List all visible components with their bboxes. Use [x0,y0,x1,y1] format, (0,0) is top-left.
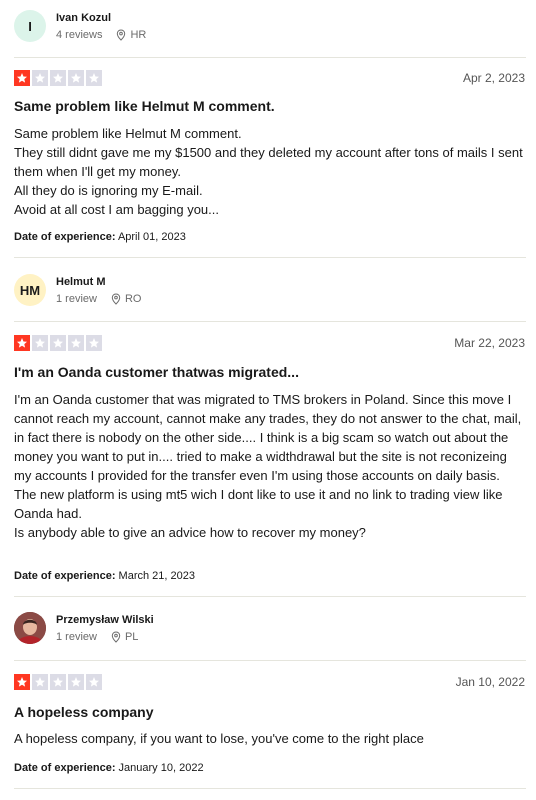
reviewer-name[interactable]: Ivan Kozul [56,12,111,24]
avatar[interactable]: HM [14,274,46,306]
star-icon-empty [86,335,102,351]
star-icon-filled [14,674,30,690]
review-body: I'm an Oanda customer that was migrated … [14,392,522,540]
star-icon-empty [32,674,48,690]
star-icon-filled [14,70,30,86]
reviewer-country: RO [124,293,142,305]
experience-date: April 01, 2023 [117,231,186,243]
reviewer-meta: 1 review PL [56,631,138,643]
avatar-photo-icon [14,612,46,644]
star-icon-empty [50,70,66,86]
divider [14,788,526,789]
reviewer-name[interactable]: Przemysław Wilski [56,614,154,626]
experience-date: March 21, 2023 [118,570,195,582]
review-body: A hopeless company, if you want to lose,… [14,731,424,746]
divider [14,57,526,58]
star-rating [14,674,102,690]
divider [14,321,526,322]
location-pin-icon [117,29,126,41]
date-of-experience: Date of experience: January 10, 2022 [14,762,204,774]
experience-date: January 10, 2022 [118,762,204,774]
star-icon-empty [86,674,102,690]
review-count: 1 review [56,631,97,643]
reviewer-country: HR [130,29,147,41]
review-title[interactable]: Same problem like Helmut M comment. [14,98,275,114]
star-rating [14,70,102,86]
reviewer-meta: 1 review RO [56,293,141,305]
star-icon-filled [14,335,30,351]
review-date: Apr 2, 2023 [462,71,525,85]
experience-label: Date of experience: [14,762,116,774]
avatar[interactable]: I [14,10,46,42]
star-icon-empty [50,674,66,690]
experience-label: Date of experience: [14,231,116,243]
star-icon-empty [68,674,84,690]
review-date: Mar 22, 2023 [454,336,525,350]
star-icon-empty [50,335,66,351]
star-icon-empty [32,335,48,351]
avatar[interactable] [14,612,46,644]
divider [14,660,526,661]
review-date: Jan 10, 2022 [455,675,525,689]
review-body: Same problem like Helmut M comment. They… [14,126,523,217]
location-pin-icon [111,293,121,305]
divider [14,257,526,258]
location-pin-icon [111,631,121,643]
reviewer-country: PL [124,631,139,643]
review-count: 1 review [56,293,97,305]
star-icon-empty [68,70,84,86]
review-count: 4 reviews [56,29,103,41]
star-icon-empty [68,335,84,351]
date-of-experience: Date of experience: April 01, 2023 [14,231,186,243]
reviewer-meta: 4 reviews HR [56,29,146,41]
reviewer-name[interactable]: Helmut M [56,276,106,288]
review-title[interactable]: I'm an Oanda customer thatwas migrated..… [14,364,299,380]
divider [14,596,526,597]
star-icon-empty [86,70,102,86]
date-of-experience: Date of experience: March 21, 2023 [14,570,195,582]
review-title[interactable]: A hopeless company [14,704,154,720]
star-rating [14,335,102,351]
star-icon-empty [32,70,48,86]
experience-label: Date of experience: [14,570,116,582]
